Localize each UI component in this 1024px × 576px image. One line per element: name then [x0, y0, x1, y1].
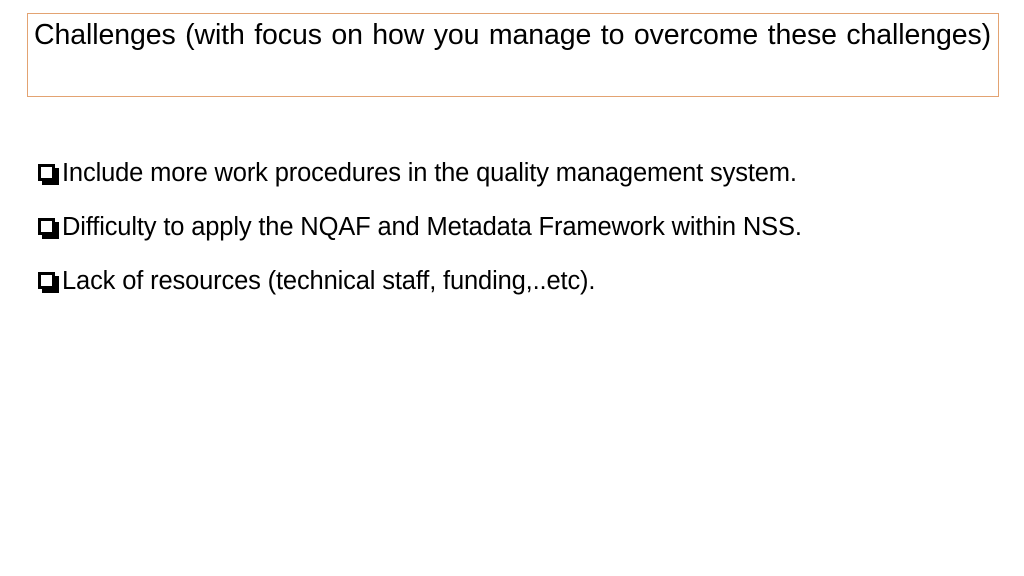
title-placeholder: Challenges (with focus on how you manage… — [27, 13, 999, 97]
slide-canvas: Challenges (with focus on how you manage… — [0, 0, 1024, 576]
hollow-square-bullet-icon — [38, 212, 62, 242]
page-title: Challenges (with focus on how you manage… — [34, 19, 991, 51]
list-item-label: Difficulty to apply the NQAF and Metadat… — [62, 213, 802, 241]
list-item-label: Include more work procedures in the qual… — [62, 159, 797, 187]
hollow-square-bullet-icon — [38, 266, 62, 296]
list-item: Lack of resources (technical staff, fund… — [38, 266, 988, 320]
bullet-list: Include more work procedures in the qual… — [38, 158, 988, 320]
list-item: Include more work procedures in the qual… — [38, 158, 988, 212]
hollow-square-bullet-icon — [38, 158, 62, 188]
list-item-label: Lack of resources (technical staff, fund… — [62, 267, 596, 295]
list-item: Difficulty to apply the NQAF and Metadat… — [38, 212, 988, 266]
